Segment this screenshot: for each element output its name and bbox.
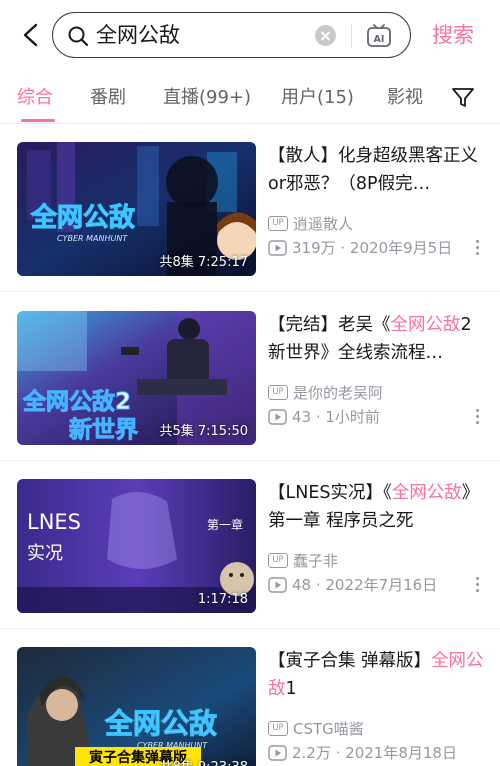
tab-users[interactable]: 用户(15) xyxy=(281,86,354,110)
more-icon[interactable] xyxy=(476,240,480,258)
search-query[interactable]: 全网公敌 xyxy=(96,22,180,48)
tab-live[interactable]: 直播(99+) xyxy=(163,86,251,110)
svg-text:第一章: 第一章 xyxy=(207,517,243,532)
stats-row: 2.2万 · 2021年8月18日 xyxy=(268,743,488,763)
svg-text:CYBER MANHUNT: CYBER MANHUNT xyxy=(57,234,128,243)
stats-row: 48 · 2022年7月16日 xyxy=(268,575,488,595)
view-count-date: 43 · 1小时前 xyxy=(292,408,380,426)
tab-comprehensive[interactable]: 综合 xyxy=(17,86,53,110)
view-count-date: 48 · 2022年7月16日 xyxy=(292,576,438,594)
svg-text:全网公敌: 全网公敌 xyxy=(104,707,217,740)
search-header: 全网公敌 AI 搜索 xyxy=(0,0,500,72)
play-count-icon xyxy=(268,240,287,256)
video-thumbnail[interactable]: 全网公敌 CYBER MANHUNT 共8集 7:25:17 xyxy=(17,142,256,276)
svg-text:LNES: LNES xyxy=(27,510,81,534)
video-title[interactable]: 【散人】化身超级黑客正义or邪恶？（8P假完… xyxy=(268,142,484,198)
video-title[interactable]: 【寅子合集 弹幕版】全网公敌1 xyxy=(268,647,484,703)
video-duration: 共5集 7:15:50 xyxy=(159,424,248,439)
up-badge-icon: UP xyxy=(268,553,288,568)
svg-text:全网公敌: 全网公敌 xyxy=(30,202,135,233)
video-duration: 1:17:18 xyxy=(197,592,248,607)
uploader-name[interactable]: 是你的老吴阿 xyxy=(293,383,383,403)
uploader-name[interactable]: 逍遥散人 xyxy=(293,214,353,234)
search-button[interactable]: 搜索 xyxy=(432,20,474,50)
play-count-icon xyxy=(268,577,287,593)
view-count-date: 2.2万 · 2021年8月18日 xyxy=(292,744,457,762)
filter-icon[interactable] xyxy=(451,86,475,110)
active-tab-indicator xyxy=(21,119,55,122)
stats-row: 319万 · 2020年9月5日 xyxy=(268,238,488,258)
svg-text:新世界: 新世界 xyxy=(69,416,138,443)
video-thumbnail[interactable]: 全网公敌2 新世界 共5集 7:15:50 xyxy=(17,311,256,445)
svg-text:AI: AI xyxy=(374,34,385,45)
play-count-icon xyxy=(268,745,287,761)
svg-text:实况: 实况 xyxy=(27,543,63,564)
video-title[interactable]: 【LNES实况】《全网公敌》第一章 程序员之死 xyxy=(268,479,484,535)
more-icon[interactable] xyxy=(476,409,480,427)
list-item[interactable]: 全网公敌 CYBER MANHUNT 寅子合集弹幕版 共8集 9:23:38 【… xyxy=(0,629,500,766)
video-thumbnail[interactable]: LNES 实况 第一章 1:17:18 xyxy=(17,479,256,613)
up-badge-icon: UP xyxy=(268,385,288,400)
search-icon xyxy=(68,26,89,47)
svg-text:全网公敌2: 全网公敌2 xyxy=(22,388,131,415)
list-item[interactable]: 全网公敌2 新世界 共5集 7:15:50 【完结】老吴《全网公敌2 新世界》全… xyxy=(0,293,500,461)
list-item[interactable]: 全网公敌 CYBER MANHUNT 共8集 7:25:17 【散人】化身超级黑… xyxy=(0,124,500,292)
clear-icon[interactable] xyxy=(315,25,336,46)
tab-bangumi[interactable]: 番剧 xyxy=(90,86,126,110)
play-count-icon xyxy=(268,409,287,425)
list-item[interactable]: LNES 实况 第一章 1:17:18 【LNES实况】《全网公敌》第一章 程序… xyxy=(0,461,500,629)
tab-bar: 综合 番剧 直播(99+) 用户(15) 影视 xyxy=(0,72,500,124)
search-input[interactable]: 全网公敌 AI xyxy=(52,12,411,58)
stats-row: 43 · 1小时前 xyxy=(268,407,488,427)
up-badge-icon: UP xyxy=(268,721,288,736)
tab-movies[interactable]: 影视 xyxy=(387,86,423,110)
video-duration: 共8集 9:23:38 xyxy=(159,756,248,766)
divider xyxy=(351,24,352,48)
video-thumbnail[interactable]: 全网公敌 CYBER MANHUNT 寅子合集弹幕版 共8集 9:23:38 xyxy=(17,647,256,766)
ai-icon[interactable]: AI xyxy=(366,23,392,49)
video-title[interactable]: 【完结】老吴《全网公敌2 新世界》全线索流程… xyxy=(268,311,484,367)
back-icon[interactable] xyxy=(16,20,44,50)
up-badge-icon: UP xyxy=(268,216,288,231)
uploader-name[interactable]: 蠢子非 xyxy=(293,551,338,571)
uploader-name[interactable]: CSTG喵酱 xyxy=(293,719,364,739)
view-count-date: 319万 · 2020年9月5日 xyxy=(292,239,453,257)
more-icon[interactable] xyxy=(476,577,480,595)
video-duration: 共8集 7:25:17 xyxy=(159,255,248,270)
